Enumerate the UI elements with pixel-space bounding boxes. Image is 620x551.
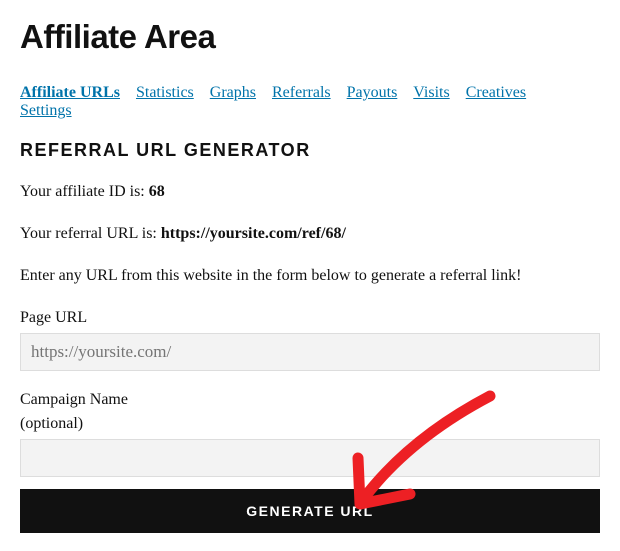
generate-url-button[interactable]: GENERATE URL: [20, 489, 600, 533]
affiliate-id-value: 68: [149, 183, 165, 200]
referral-url-line: Your referral URL is: https://yoursite.c…: [20, 225, 600, 243]
affiliate-id-label: Your affiliate ID is:: [20, 183, 149, 200]
referral-url-value: https://yoursite.com/ref/68/: [161, 225, 346, 242]
tab-referrals[interactable]: Referrals: [272, 84, 331, 102]
affiliate-id-line: Your affiliate ID is: 68: [20, 183, 600, 201]
page-url-label: Page URL: [20, 309, 600, 327]
referral-url-label: Your referral URL is:: [20, 225, 161, 242]
tab-visits[interactable]: Visits: [413, 84, 449, 102]
tab-settings[interactable]: Settings: [20, 102, 72, 120]
tab-statistics[interactable]: Statistics: [136, 84, 194, 102]
page-url-input[interactable]: [20, 333, 600, 371]
instruction-text: Enter any URL from this website in the f…: [20, 267, 600, 285]
tab-creatives[interactable]: Creatives: [466, 84, 526, 102]
tabs-nav: Affiliate URLs Statistics Graphs Referra…: [20, 84, 600, 120]
tab-payouts[interactable]: Payouts: [347, 84, 398, 102]
section-title: REFERRAL URL GENERATOR: [20, 140, 600, 161]
campaign-name-sublabel: (optional): [20, 415, 600, 433]
page-title: Affiliate Area: [20, 18, 600, 56]
tab-graphs[interactable]: Graphs: [210, 84, 256, 102]
campaign-name-input[interactable]: [20, 439, 600, 477]
campaign-name-label: Campaign Name: [20, 391, 600, 409]
tab-affiliate-urls[interactable]: Affiliate URLs: [20, 84, 120, 102]
